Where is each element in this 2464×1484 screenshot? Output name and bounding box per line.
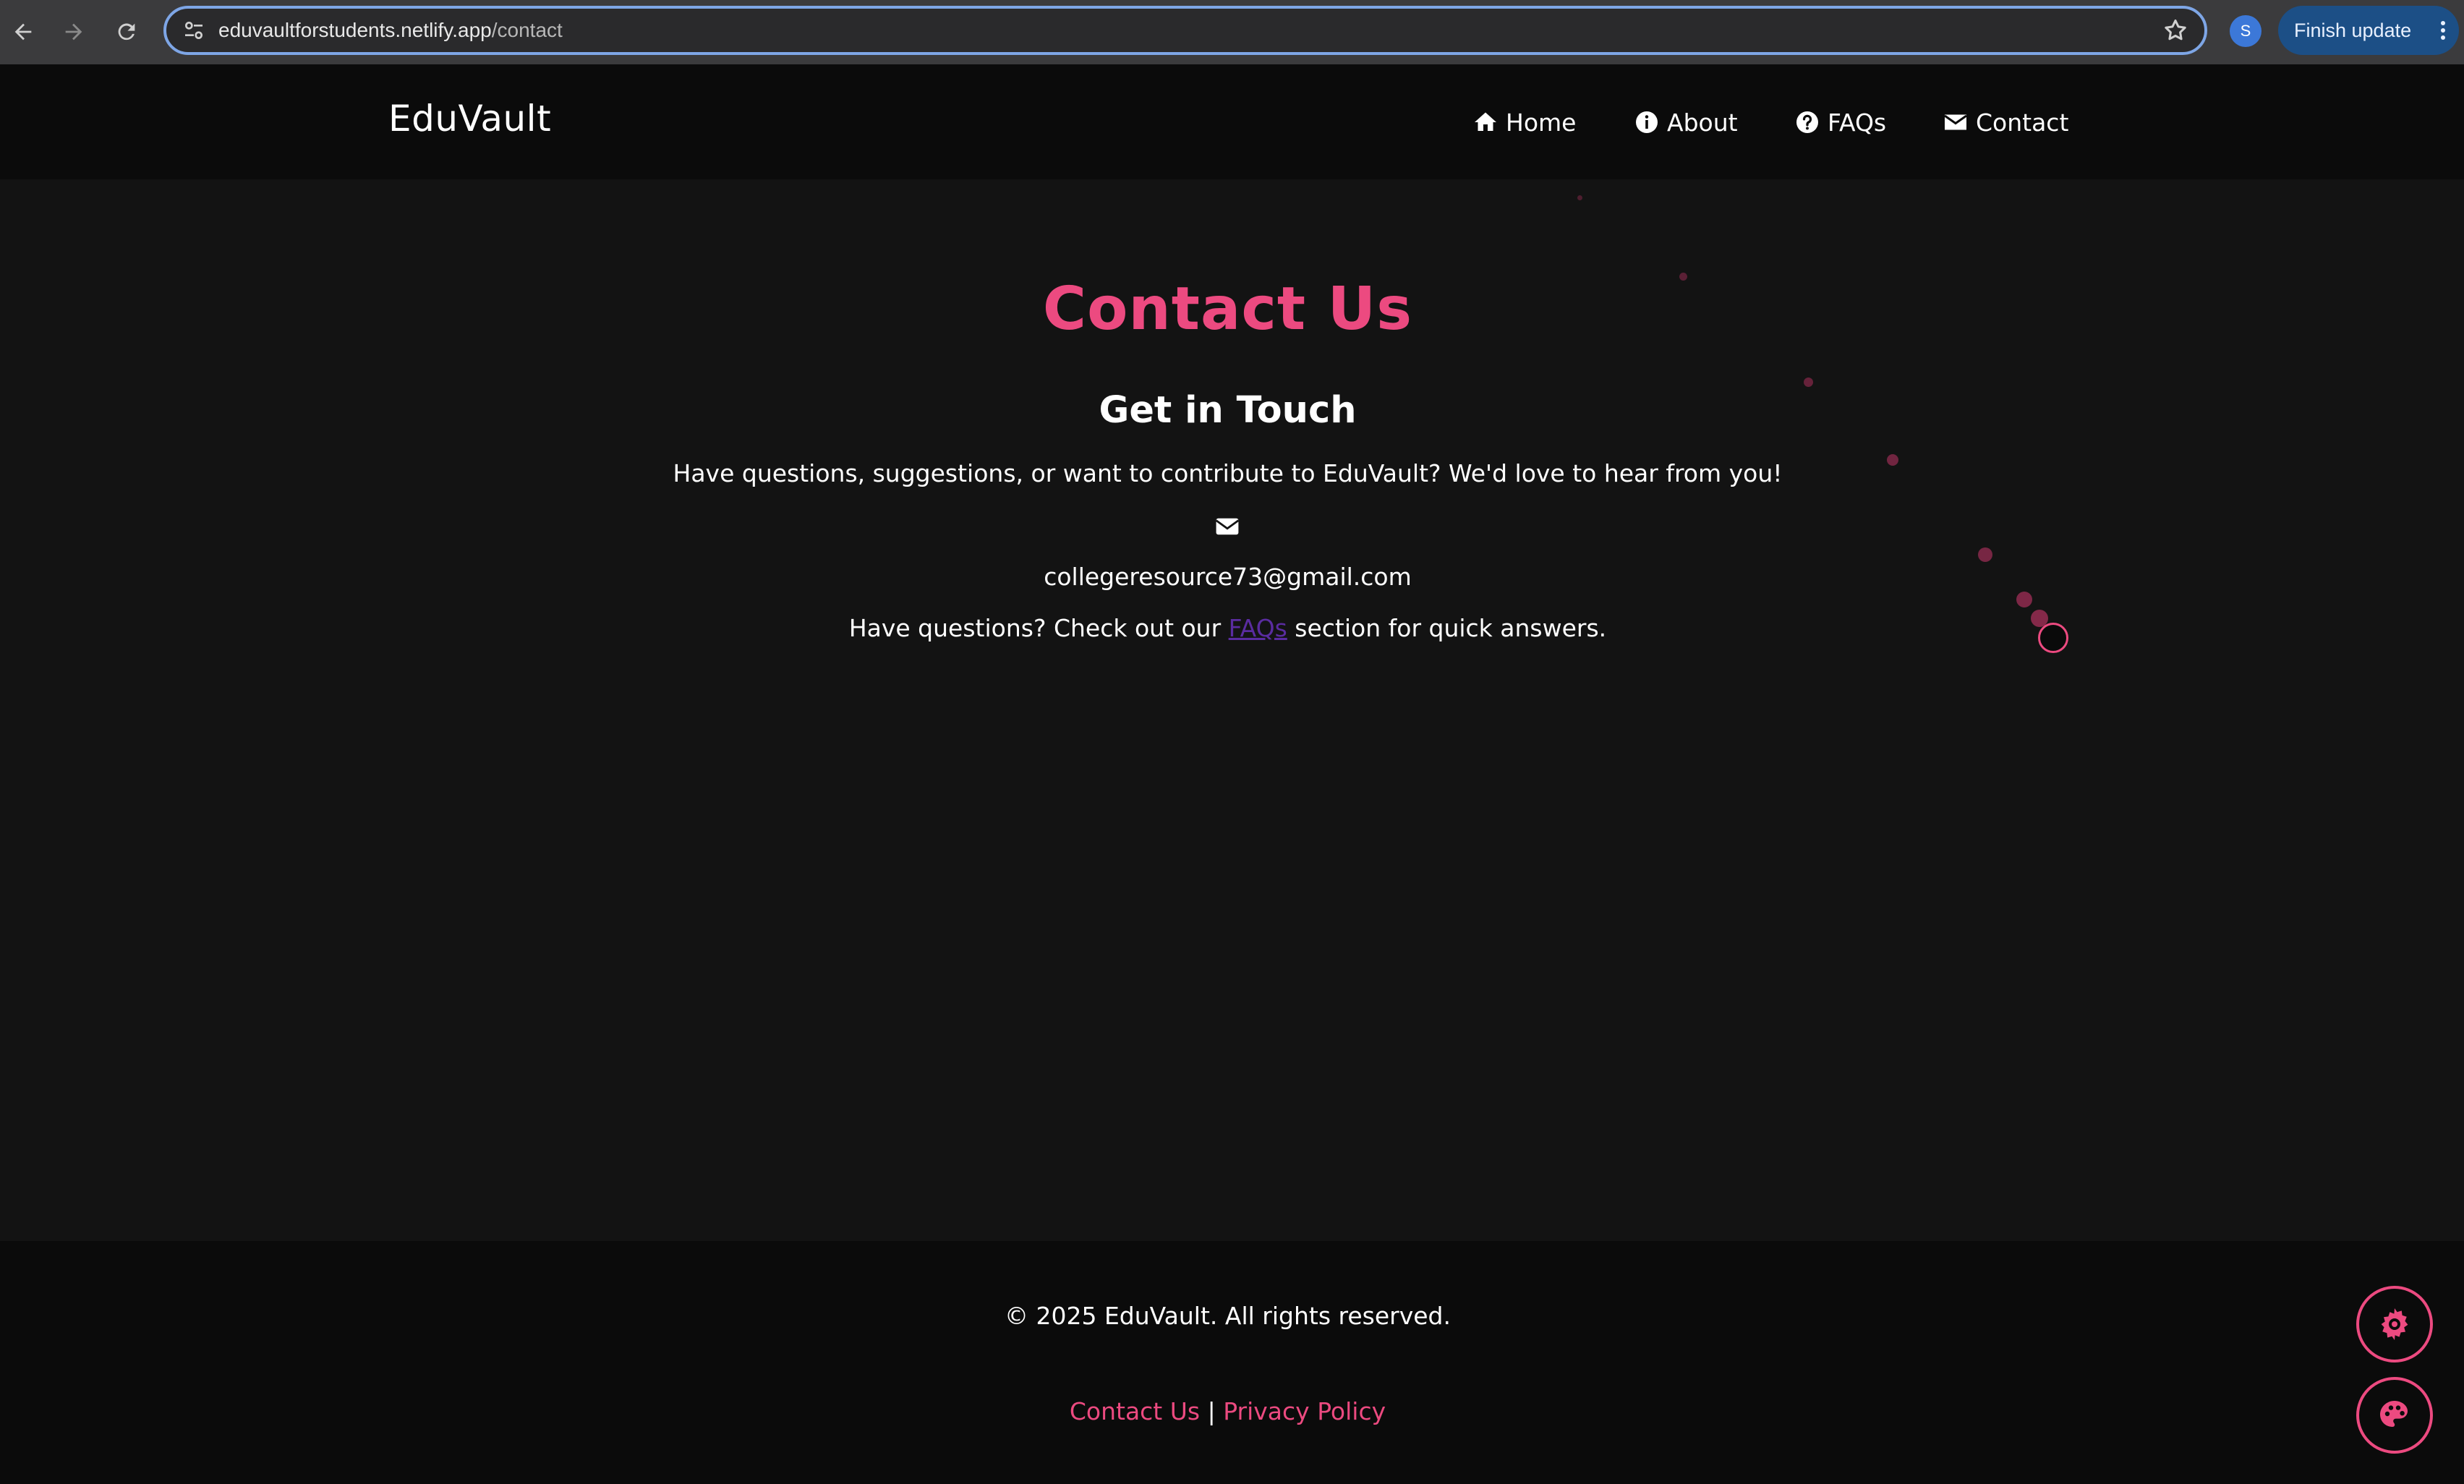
nav-about-label: About [1667,108,1738,137]
back-button[interactable] [1,10,45,54]
envelope-icon [1944,114,1967,130]
url-text[interactable]: eduvaultforstudents.netlify.app/contact [218,17,563,43]
nav-contact[interactable]: Contact [1943,106,2068,138]
nav-faqs-label: FAQs [1828,108,1887,137]
url-host: eduvaultforstudents.netlify.app [218,19,492,41]
faq-note: Have questions? Check out our FAQs secti… [0,614,2455,642]
question-icon [1796,111,1818,133]
faq-note-suffix: section for quick answers. [1295,614,1607,642]
finish-update-label: Finish update [2294,19,2412,41]
browser-toolbar: eduvaultforstudents.netlify.app/contact … [0,0,2464,64]
profile-avatar[interactable]: S [2230,15,2261,47]
site-header: EduVault Home About FAQs Contact [0,64,2464,179]
cursor-trail-particle [1887,454,1898,466]
finish-update-button[interactable]: Finish update [2278,6,2459,55]
reload-icon [118,23,135,40]
nav-home[interactable]: Home [1472,106,1576,138]
address-bar[interactable]: eduvaultforstudents.netlify.app/contact [163,6,2207,55]
nav-about[interactable]: About [1634,106,1738,138]
brand-logo[interactable]: EduVault [388,98,551,140]
nav-home-label: Home [1506,108,1577,137]
home-icon [1475,112,1496,131]
arrow-right-icon [65,23,82,40]
section-subtitle: Get in Touch [1099,389,1357,432]
cursor-trail-particle [1804,378,1813,387]
arrow-left-icon [14,23,32,40]
faq-note-prefix: Have questions? Check out our [848,614,1222,642]
forward-button[interactable] [52,10,95,54]
page-title: Contact Us [1042,275,1413,344]
info-icon [1636,111,1658,133]
contact-email[interactable]: collegeresource73@gmail.com [0,563,2455,591]
site-settings-icon[interactable] [182,19,205,42]
theme-fab[interactable] [2356,1377,2433,1454]
cursor-trail-particle [2016,592,2032,607]
cursor-trail-particle [1978,547,1992,562]
cursor-trail-particle [1679,273,1687,281]
nav-faqs[interactable]: FAQs [1794,106,1886,138]
settings-fab[interactable] [2356,1286,2433,1363]
site-footer: © 2025 EduVault. All rights reserved. Co… [0,1241,2464,1484]
faq-link[interactable]: FAQs [1229,614,1287,642]
gear-icon [2381,1308,2408,1340]
reload-button[interactable] [105,10,148,54]
palette-icon [2380,1401,2408,1427]
bookmark-star-icon[interactable] [2162,17,2188,43]
cursor-trail-particle [1577,195,1582,200]
footer-privacy-link[interactable]: Privacy Policy [1223,1397,1386,1425]
intro-text: Have questions, suggestions, or want to … [673,459,1783,487]
footer-links: Contact Us | Privacy Policy [0,1397,2455,1425]
footer-separator: | [1207,1397,1216,1425]
more-vert-icon [2441,21,2445,40]
custom-cursor [2038,623,2068,653]
nav-contact-label: Contact [1976,108,2069,137]
url-path: /contact [491,19,563,41]
copyright-text: © 2025 EduVault. All rights reserved. [1004,1302,1451,1330]
footer-contact-link[interactable]: Contact Us [1070,1397,1200,1425]
envelope-icon [1215,518,1240,535]
